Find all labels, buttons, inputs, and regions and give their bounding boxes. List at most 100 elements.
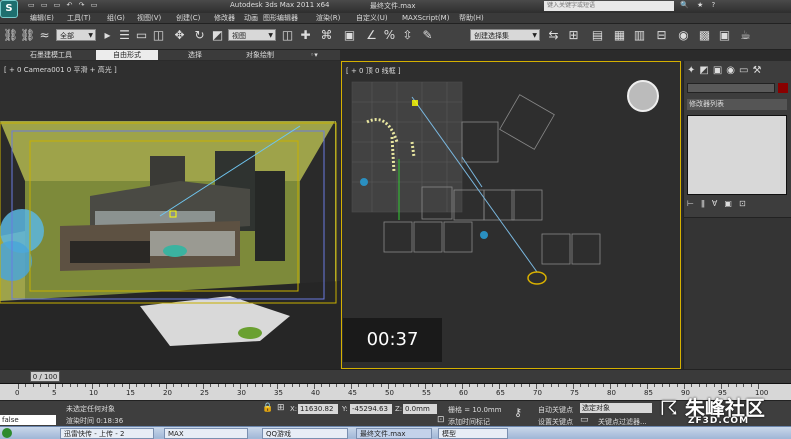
track-tick-label: 40 — [311, 389, 320, 397]
snaps-toggle-icon[interactable]: ▣ — [342, 28, 357, 43]
tab-freeform[interactable]: 自由形式 — [96, 50, 158, 60]
z-coordinate-field[interactable]: 0.0mm — [403, 404, 437, 414]
edit-named-sets-icon[interactable]: ✎ — [420, 28, 435, 43]
select-scale-icon[interactable]: ◩ — [210, 28, 225, 43]
select-rotate-icon[interactable]: ↻ — [192, 28, 207, 43]
schematic-view-icon[interactable]: ⊟ — [654, 28, 669, 43]
select-by-name-icon[interactable]: ☰ — [117, 28, 132, 43]
quick-access-icons[interactable]: ▭ ▭ ▭ ↶ ↷ ▭ — [28, 1, 99, 9]
track-tick — [254, 384, 256, 387]
render-frame-icon[interactable]: ▣ — [717, 28, 732, 43]
material-editor-icon[interactable]: ◉ — [676, 28, 691, 43]
menu-maxscript[interactable]: MAXScript(M) — [402, 13, 449, 24]
mirror-icon[interactable]: ⇆ — [546, 28, 561, 43]
viewport-label-camera[interactable]: [ + 0 Camera001 0 平滑 + 高光 ] — [4, 65, 117, 75]
track-tick — [587, 384, 589, 387]
menu-bar: 编辑(E) 工具(T) 组(G) 视图(V) 创建(C) 修改器 动画 图形编辑… — [0, 13, 791, 24]
tab-object-paint[interactable]: 对象绘制 — [232, 50, 288, 60]
key-mode-dropdown[interactable]: 选定对象 — [580, 403, 652, 413]
menu-animation[interactable]: 动画 — [244, 13, 258, 24]
task-3dsmax[interactable]: 最终文件.max — [356, 428, 432, 439]
window-crossing-icon[interactable]: ◫ — [151, 28, 166, 43]
link-icon[interactable]: ⛓ — [3, 28, 18, 43]
viewport-label-top[interactable]: [ + 0 顶 0 线框 ] — [346, 66, 401, 76]
auto-key-button[interactable]: 自动关键点 — [538, 405, 573, 415]
track-tick — [669, 384, 671, 387]
pivot-center-icon[interactable]: ◫ — [280, 28, 295, 43]
ribbon-options-icon[interactable]: ◦▾ — [304, 50, 324, 60]
select-manipulate-icon[interactable]: ✚ — [298, 28, 313, 43]
menu-rendering[interactable]: 渲染(R) — [316, 13, 340, 24]
render-setup-icon[interactable]: ▩ — [697, 28, 712, 43]
menu-edit[interactable]: 编辑(E) — [30, 13, 54, 24]
track-tick — [447, 384, 449, 387]
layer-manager-icon[interactable]: ▤ — [590, 28, 605, 43]
task-thunder-upload[interactable]: 迅雷快传 - 上传 - 2 — [60, 428, 154, 439]
menu-group[interactable]: 组(G) — [107, 13, 125, 24]
spinner-snap-icon[interactable]: ⇳ — [400, 28, 415, 43]
selection-filter-dropdown[interactable]: 全部 — [56, 29, 96, 42]
track-tick — [158, 384, 160, 387]
select-object-icon[interactable]: ▸ — [100, 28, 115, 43]
car-proxy — [163, 245, 187, 257]
curve-editor-icon[interactable]: ▥ — [632, 28, 647, 43]
app-menu-button[interactable]: S — [0, 0, 18, 18]
bind-space-warp-icon[interactable]: ≈ — [37, 28, 52, 43]
menu-tools[interactable]: 工具(T) — [67, 13, 91, 24]
time-slider-thumb[interactable]: 0 / 100 — [30, 371, 60, 382]
search-input[interactable]: 键入关键字或短语 — [544, 1, 674, 11]
tab-graphite-modeling[interactable]: 石墨建模工具 — [20, 50, 82, 60]
viewport-camera[interactable]: [ + 0 Camera001 0 平滑 + 高光 ] — [0, 61, 340, 369]
select-move-icon[interactable]: ✥ — [172, 28, 187, 43]
reference-coord-dropdown[interactable]: 视图 — [228, 29, 276, 42]
menu-views[interactable]: 视图(V) — [137, 13, 161, 24]
viewcube-icon[interactable] — [627, 80, 659, 112]
task-max-folder[interactable]: MAX — [164, 428, 248, 439]
maxscript-listener[interactable]: false — [0, 415, 56, 425]
task-qq-game[interactable]: QQ游戏 — [262, 428, 348, 439]
track-tick — [550, 384, 552, 387]
menu-modifiers[interactable]: 修改器 — [214, 13, 235, 24]
key-filter-icon[interactable]: ▭ — [580, 415, 589, 425]
render-production-icon[interactable]: ☕ — [738, 28, 753, 43]
track-tick-label: 35 — [274, 389, 283, 397]
track-tick — [469, 384, 471, 387]
menu-create[interactable]: 创建(C) — [176, 13, 200, 24]
menu-help[interactable]: 帮助(H) — [459, 13, 484, 24]
menu-graph-editors[interactable]: 图形编辑器 — [263, 13, 298, 24]
menu-customize[interactable]: 自定义(U) — [356, 13, 388, 24]
track-tick — [506, 384, 508, 387]
absolute-mode-icon[interactable]: ⊞ — [277, 403, 285, 413]
object-color-swatch[interactable] — [778, 83, 788, 93]
lock-selection-icon[interactable]: 🔒 — [262, 403, 273, 413]
start-icon[interactable] — [2, 428, 12, 438]
task-model[interactable]: 模型 — [438, 428, 508, 439]
track-tick — [143, 384, 145, 387]
track-tick — [99, 384, 101, 387]
angle-snap-icon[interactable]: ∠ — [364, 28, 379, 43]
modifier-list-dropdown[interactable]: 修改器列表 — [687, 99, 787, 110]
object-name-field[interactable] — [687, 83, 775, 93]
graphite-toggle-icon[interactable]: ▦ — [612, 28, 627, 43]
rect-selection-icon[interactable]: ▭ — [134, 28, 149, 43]
track-tick-label: 55 — [422, 389, 431, 397]
command-panel-tabs-icons[interactable]: ✦◩▣◉▭⚒ — [687, 65, 765, 76]
modifier-stack[interactable] — [687, 115, 787, 195]
align-icon[interactable]: ⊞ — [566, 28, 581, 43]
track-tick — [106, 384, 108, 387]
track-tick — [380, 384, 382, 387]
named-selection-set-dropdown[interactable]: 创建选择集 — [470, 29, 540, 42]
keyboard-shortcut-icon[interactable]: ⌘ — [319, 28, 334, 43]
tab-selection[interactable]: 选择 — [172, 50, 218, 60]
stack-control-icons[interactable]: ⊢ǁ∀▣⊡ — [687, 199, 787, 211]
unlink-icon[interactable]: ⛓ — [20, 28, 35, 43]
x-coordinate-field[interactable]: 11630.82 — [298, 404, 338, 414]
y-coordinate-field[interactable]: -45294.63 — [350, 404, 392, 414]
time-slider[interactable]: 0 / 100 — [0, 369, 791, 383]
time-tag-icon[interactable]: ⊡ — [437, 415, 445, 425]
track-tick — [69, 384, 71, 387]
info-center-icons[interactable]: 🔍 ★ ? — [680, 1, 718, 9]
set-key-icon[interactable]: ⚷ — [514, 406, 522, 419]
percent-snap-icon[interactable]: % — [382, 28, 397, 43]
track-tick — [410, 384, 412, 387]
